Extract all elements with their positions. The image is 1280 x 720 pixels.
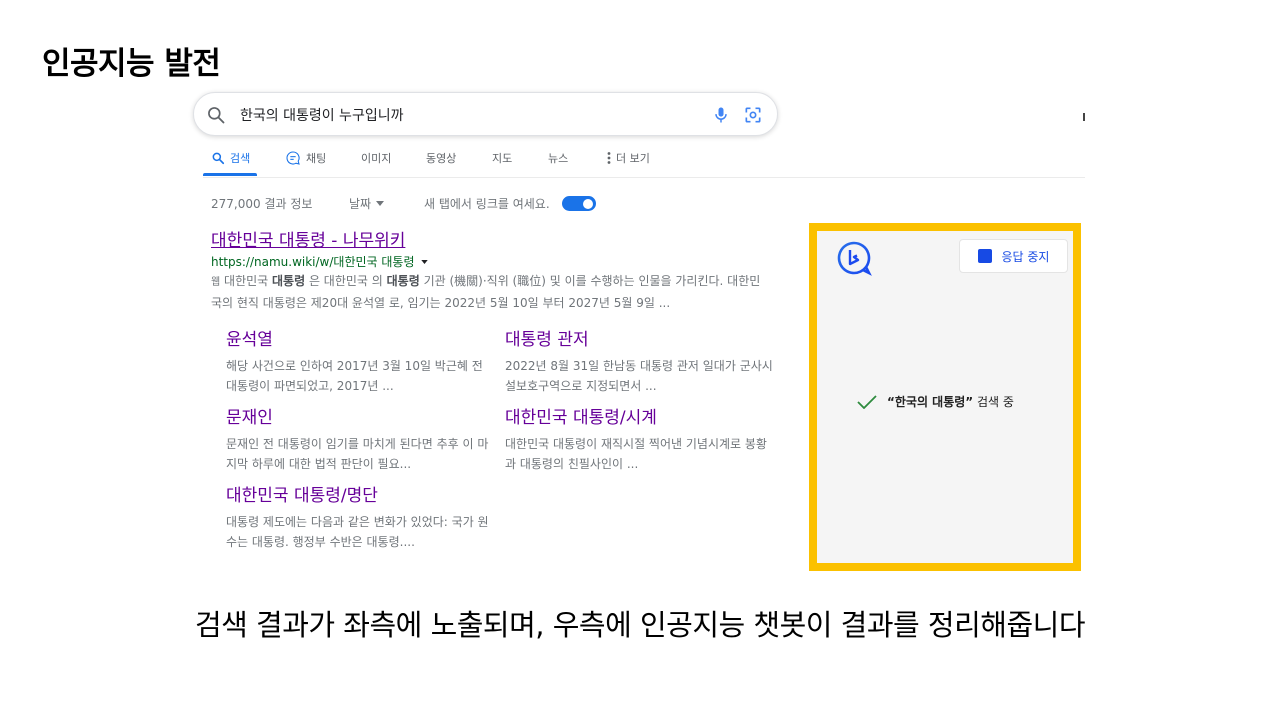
google-lens-icon[interactable]: [743, 105, 763, 125]
sublink-residence: 대통령 관저 2022년 8월 31일 한남동 대통령 관저 일대가 군사시설보…: [505, 325, 775, 396]
new-tab-label: 새 탭에서 링크를 여세요.: [424, 197, 550, 211]
snippet-bold: 대통령: [272, 274, 306, 288]
sublink-title[interactable]: 문재인: [226, 403, 496, 428]
checkmark-icon: [857, 394, 877, 409]
sublink-title[interactable]: 대통령 관저: [505, 325, 775, 350]
result-snippet: 웹 대한민국 대통령 은 대한민국 의 대통령 기관 (機關)·직위 (職位) …: [211, 271, 763, 314]
tabs-divider: [203, 177, 1085, 178]
caret-down-icon[interactable]: [420, 259, 428, 264]
slide-caption: 검색 결과가 좌측에 노출되며, 우측에 인공지능 챗봇이 결과를 정리해줍니다: [194, 608, 1086, 642]
search-status-text: “한국의 대통령” 검색 중: [887, 393, 1014, 410]
sublink-title[interactable]: 대한민국 대통령/시계: [505, 403, 775, 428]
search-box[interactable]: 한국의 대통령이 누구입니까: [193, 92, 778, 136]
bing-logo-icon: [837, 241, 872, 276]
microphone-icon[interactable]: [711, 105, 731, 125]
result-url-text: https://namu.wiki/w/대한민국 대통령: [211, 255, 415, 269]
search-icon[interactable]: [206, 105, 226, 125]
snippet-text: 대한민국: [224, 274, 273, 288]
status-quote: “한국의 대통령”: [887, 395, 974, 409]
tab-label: 지도: [492, 152, 513, 165]
more-vert-icon: [607, 152, 611, 164]
sublink-snippet: 해당 사건으로 인하여 2017년 3월 10일 박근혜 전 대통령이 파면되었…: [226, 359, 483, 393]
tab-label: 뉴스: [548, 152, 569, 165]
snippet-text: 은 대한민국 의: [305, 274, 387, 288]
result-url[interactable]: https://namu.wiki/w/대한민국 대통령: [211, 253, 428, 270]
sublink-snippet: 2022년 8월 31일 한남동 대통령 관저 일대가 군사시설보호구역으로 지…: [505, 359, 773, 393]
search-icon: [212, 152, 225, 165]
tab-chat[interactable]: 채팅: [285, 150, 326, 166]
tab-maps[interactable]: 지도: [492, 150, 512, 166]
web-icon: 웹: [211, 277, 221, 288]
sublink-title[interactable]: 윤석열: [226, 325, 496, 350]
sublink-list: 대한민국 대통령/명단 대통령 제도에는 다음과 같은 변화가 있었다: 국가 …: [226, 481, 496, 552]
result-count: 277,000 결과 정보: [211, 197, 313, 211]
sublink-snippet: 대통령 제도에는 다음과 같은 변화가 있었다: 국가 원수는 대통령. 행정부…: [226, 515, 489, 549]
stop-button-label: 응답 중지: [1001, 249, 1050, 264]
tab-images[interactable]: 이미지: [361, 150, 391, 166]
sublink-title[interactable]: 대한민국 대통령/명단: [226, 481, 496, 506]
stop-icon: [977, 249, 992, 263]
search-input[interactable]: 한국의 대통령이 누구입니까: [240, 105, 403, 125]
result-title-link[interactable]: 대한민국 대통령 - 나무위키: [211, 226, 405, 251]
search-status: “한국의 대통령” 검색 중: [857, 393, 1014, 410]
chat-panel: 응답 중지 “한국의 대통령” 검색 중: [809, 223, 1081, 571]
status-text: 검색 중: [973, 395, 1014, 409]
date-filter-label: 날짜: [349, 197, 372, 211]
chat-icon: [286, 151, 300, 165]
slide-title: 인공지능 발전: [42, 46, 221, 82]
stop-response-button[interactable]: 응답 중지: [959, 239, 1068, 273]
sublink-yoon: 윤석열 해당 사건으로 인하여 2017년 3월 10일 박근혜 전 대통령이 …: [226, 325, 496, 396]
sublink-moon: 문재인 문재인 전 대통령이 임기를 마치게 된다면 추후 이 마지막 하루에 …: [226, 403, 496, 474]
new-tab-toggle[interactable]: [561, 196, 596, 211]
search-tabs: 검색 채팅 이미지 동영상 지도 뉴스 더 보기: [203, 146, 1083, 178]
tab-news[interactable]: 뉴스: [548, 150, 568, 166]
sublink-snippet: 대한민국 대통령이 재직시절 찍어낸 기념시계로 봉황과 대통령의 친필사인이 …: [505, 437, 767, 471]
tab-label: 동영상: [426, 152, 457, 165]
active-tab-indicator: [203, 173, 257, 176]
tab-label: 이미지: [361, 152, 392, 165]
sublink-watch: 대한민국 대통령/시계 대한민국 대통령이 재직시절 찍어낸 기념시계로 봉황과…: [505, 403, 775, 474]
snippet-bold: 대통령: [386, 274, 420, 288]
date-filter[interactable]: 날짜: [349, 195, 424, 212]
sublink-snippet: 문재인 전 대통령이 임기를 마치게 된다면 추후 이 마지막 하루에 대한 법…: [226, 437, 489, 471]
tab-label: 더 보기: [616, 152, 650, 165]
tab-more[interactable]: 더 보기: [607, 150, 650, 166]
tab-label: 채팅: [306, 152, 327, 165]
caret-down-icon: [376, 201, 385, 206]
search-tools: 277,000 결과 정보 날짜 새 탭에서 링크를 여세요.: [211, 195, 596, 212]
tab-search[interactable]: 검색: [211, 150, 250, 166]
tab-videos[interactable]: 동영상: [426, 150, 456, 166]
scroll-edge-mark: [1083, 113, 1085, 121]
tab-label: 검색: [230, 152, 251, 165]
